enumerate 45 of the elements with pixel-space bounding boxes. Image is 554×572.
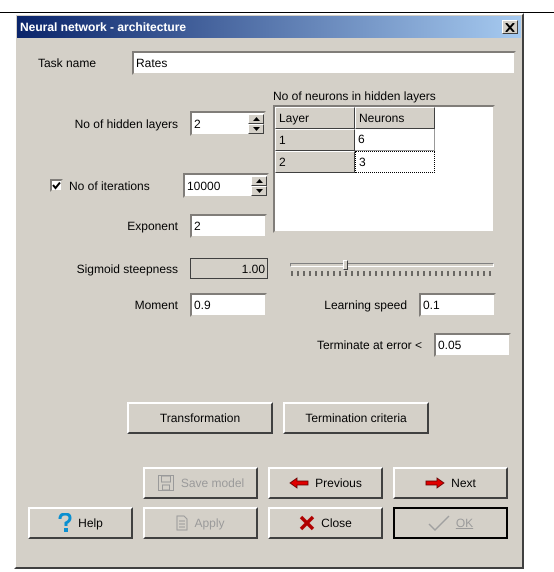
learning-speed-field[interactable]: 0.1 [419, 293, 496, 317]
close-icon [505, 22, 515, 32]
table-cell[interactable]: 3 [355, 151, 435, 173]
right-arrow-icon [425, 477, 446, 489]
cross-icon [299, 515, 316, 531]
sigmoid-readout: 1.00 [190, 258, 268, 279]
iterations-checkbox[interactable] [50, 179, 63, 192]
dialog-button[interactable]: Transformation [127, 402, 273, 434]
dialog-button[interactable]: Previous [268, 467, 383, 499]
left-arrow-icon [289, 477, 310, 489]
close-button[interactable] [502, 20, 518, 34]
document-icon [176, 515, 188, 531]
slider-thumb[interactable] [343, 260, 348, 270]
field-label: Task name [38, 56, 98, 70]
field-label: Moment [134, 298, 178, 312]
exponent-field[interactable]: 2 [190, 214, 267, 238]
moment-field[interactable]: 0.9 [190, 293, 267, 317]
down-arrow-icon [256, 188, 262, 192]
field-label: Sigmoid steepness [76, 262, 178, 276]
down-arrow-icon [252, 126, 260, 130]
iterations-spinner[interactable]: 10000 [183, 173, 269, 198]
checkbox-label: No of iterations [69, 178, 151, 192]
sigmoid-slider[interactable] [290, 260, 494, 278]
hidden-layers-spinner[interactable]: 2 [190, 111, 266, 136]
column-header: Neurons [355, 107, 435, 129]
row-header: 1 [275, 129, 355, 151]
field-label: No of hidden layers [74, 116, 178, 130]
table-title: No of neurons in hidden layers [273, 89, 437, 105]
dialog-button[interactable]: Help [28, 507, 133, 539]
field-label: Exponent [126, 219, 178, 233]
table-cell[interactable]: 6 [355, 129, 435, 151]
up-arrow-icon [252, 116, 260, 120]
row-header: 2 [275, 151, 355, 173]
checkmark-icon [428, 515, 450, 531]
dialog-button[interactable]: Next [393, 467, 508, 499]
task-name-field[interactable]: Rates [132, 51, 516, 75]
question-mark-icon [58, 513, 72, 533]
field-label: Terminate at error < [316, 338, 422, 352]
up-arrow-icon [256, 178, 262, 182]
window-title: Neural network - architecture [20, 20, 186, 34]
column-header: Layer [275, 107, 355, 129]
terminate-error-field[interactable]: 0.05 [434, 333, 511, 357]
field-label: Learning speed [323, 298, 407, 312]
dialog-button[interactable]: Close [268, 507, 383, 539]
dialog-button[interactable]: Termination criteria [283, 402, 429, 434]
